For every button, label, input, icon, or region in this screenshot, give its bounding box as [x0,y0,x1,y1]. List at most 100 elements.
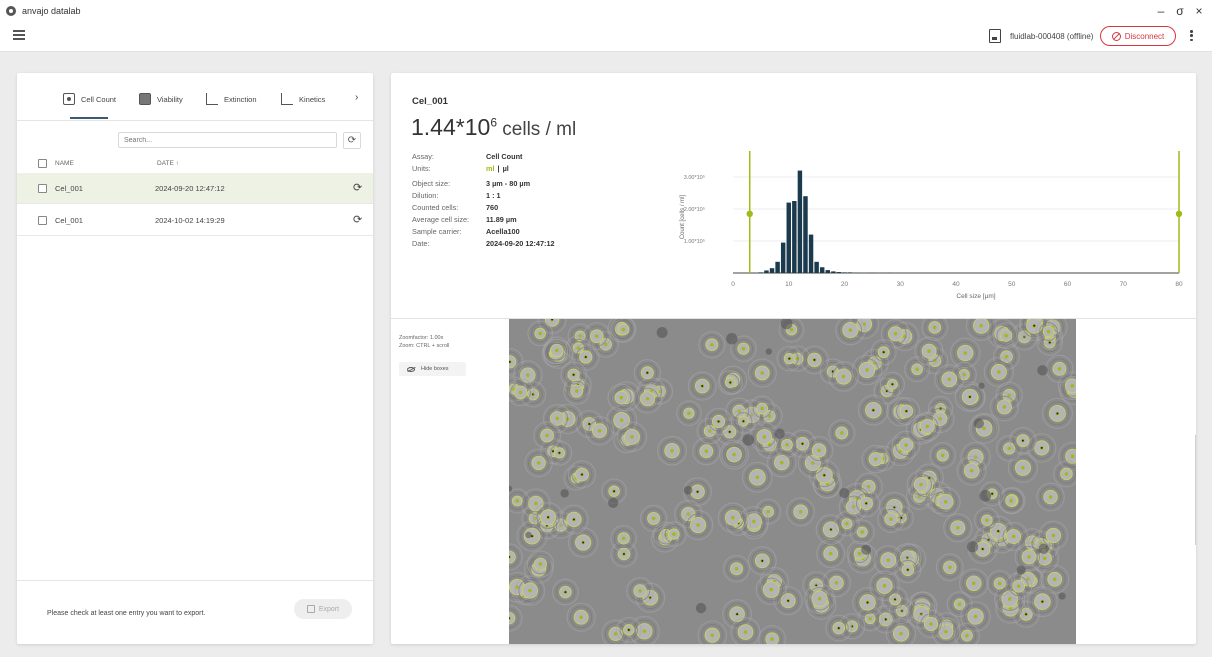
row-checkbox[interactable] [38,216,47,225]
row-date: 2024-09-20 12:47:12 [155,184,225,193]
x-tick-label: 80 [1175,281,1183,288]
histogram-bar [775,261,780,273]
hamburger-menu-icon[interactable] [13,30,25,40]
y-tick-label: 2.00*10⁵ [684,206,705,213]
extinction-icon [206,93,218,105]
histogram-svg: 1.00*10⁵ 2.00*10⁵ 3.00*10⁵ 0 10 20 30 40 50 60 70 8… [680,151,1183,300]
prop-key: Average cell size: [412,215,470,224]
close-window-button[interactable]: × [1192,4,1206,18]
histogram-bar [825,270,831,273]
row-date: 2024-10-02 14:19:29 [155,216,225,225]
histogram-bar [842,272,847,273]
prop-key: Dilution: [412,191,439,200]
histogram-bar [764,270,769,273]
more-options-icon[interactable] [1190,30,1194,43]
cell-image-svg [509,319,1076,644]
ban-icon [1111,31,1121,41]
disconnect-label: Disconnect [1124,31,1165,41]
histogram-bar [758,272,764,273]
list-header: NAME DATE ↑ [17,159,373,171]
debris [525,531,532,539]
debris [1016,565,1026,575]
measurement-detail-panel: Cel_001 1.44*106 cells / ml Assay: Cell … [391,73,1196,644]
app-title: anvajo datalab [22,6,81,16]
prop-units: Units: ml | µl [412,164,672,176]
microscope-image[interactable] [509,319,1076,644]
zoom-info: Zoomfactor: 1.00x Zoom: CTRL + scroll [399,334,449,350]
tab-label: Kinetics [299,94,326,104]
gate-handle [746,210,753,217]
scrollbar[interactable] [1195,435,1196,545]
unit-ml-option[interactable]: ml [486,164,495,173]
y-tick-label: 1.00*10⁵ [684,238,705,245]
debris [1037,365,1048,376]
histogram-bar [786,202,791,273]
hide-boxes-button[interactable]: Hide boxes [399,362,466,376]
histogram-bar [836,272,842,273]
select-all-checkbox[interactable] [38,159,47,168]
x-tick-label: 0 [731,281,735,288]
histogram-bar [814,261,819,273]
export-label: Export [318,605,340,613]
row-checkbox[interactable] [38,184,47,193]
active-tab-indicator [70,117,108,119]
prop-value: 3 µm - 80 µm [486,179,531,188]
unit-ul-option[interactable]: µl [503,164,509,173]
list-item[interactable]: Cel_001 2024-09-20 12:47:12 ⟳ [17,173,373,204]
zoom-hint-text: Zoom: CTRL + scroll [399,343,450,349]
search-input[interactable] [118,132,337,148]
prop-key: Object size: [412,179,451,188]
tab-kinetics[interactable]: Kinetics [281,91,325,107]
sync-icon[interactable]: ⟳ [353,213,362,226]
histogram-bar [797,170,803,273]
refresh-button[interactable]: ⟳ [343,132,361,149]
kinetics-icon [281,93,293,105]
assay-tabs: Cell Count Viability Extinction Kinetics… [17,73,373,121]
hide-boxes-label: Hide boxes [421,366,449,372]
debris [608,497,619,509]
debris [861,544,872,555]
debris [683,485,693,495]
column-header-date[interactable]: DATE ↑ [157,160,179,167]
tab-extinction[interactable]: Extinction [206,91,257,107]
minimize-button[interactable]: – [1154,4,1168,18]
tab-viability[interactable]: Viability [139,91,183,107]
debris [560,489,569,498]
histogram-bar [847,272,853,273]
tab-cell-count[interactable]: Cell Count [63,91,116,107]
list-item[interactable]: Cel_001 2024-10-02 14:19:29 ⟳ [17,205,373,236]
debris [765,348,772,355]
sync-icon[interactable]: ⟳ [353,181,362,194]
x-tick-label: 60 [1064,281,1072,288]
value-base: 1.44*10 [411,114,491,140]
histogram-bar [792,201,797,273]
gate-handle [1175,210,1183,217]
prop-dilution: Dilution: 1 : 1 [412,191,672,203]
divider [17,580,373,581]
debris [973,418,984,429]
prop-key: Sample carrier: [412,227,462,236]
histogram-bar [819,267,825,273]
debris [695,602,707,614]
debris [774,428,785,439]
device-icon [989,29,1001,43]
export-icon [306,605,315,613]
prop-date: Date: 2024-09-20 12:47:12 [412,239,672,251]
tabs-next-chevron-icon[interactable]: › [355,92,358,103]
histogram-bar [831,271,836,273]
prop-assay: Assay: Cell Count [412,152,672,164]
prop-key: Counted cells: [412,203,459,212]
maximize-button[interactable]: σ [1173,4,1187,18]
export-button[interactable]: Export [294,599,352,619]
units-toggle: ml | µl [486,164,509,173]
y-axis-label: Count [cells / ml] [680,195,686,240]
histogram-bar [769,268,775,273]
disconnect-button[interactable]: Disconnect [1100,26,1176,46]
prop-average-cell-size: Average cell size: 11.89 µm [412,215,672,227]
debris [979,489,992,502]
device-label: fluidlab-000408 (offline) [1010,32,1094,41]
column-header-name[interactable]: NAME [55,160,74,167]
prop-key: Assay: [412,152,434,161]
debris [1058,592,1066,600]
concentration-value: 1.44*106 cells / ml [411,114,576,141]
